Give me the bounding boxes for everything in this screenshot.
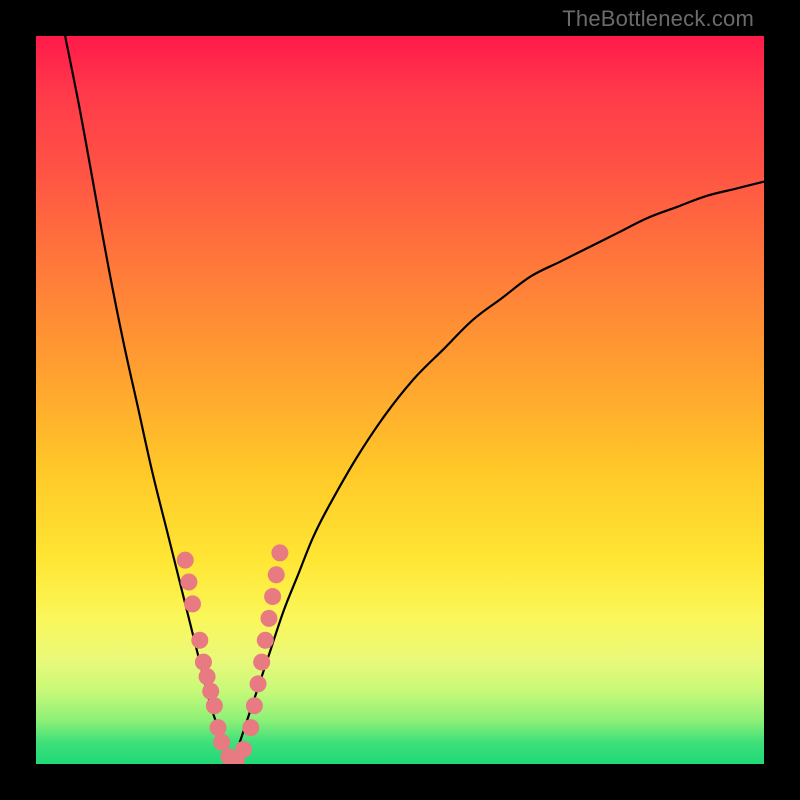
dot [177, 552, 194, 569]
dot [195, 654, 212, 671]
dot [250, 675, 267, 692]
right-curve [233, 182, 764, 764]
highlighted-points [177, 544, 289, 764]
chart-svg [36, 36, 764, 764]
dot [206, 697, 223, 714]
dot [253, 654, 270, 671]
dot [268, 566, 285, 583]
dot [235, 741, 252, 758]
dot [210, 719, 227, 736]
dot [264, 588, 281, 605]
dot [260, 610, 277, 627]
dot [213, 734, 230, 751]
chart-frame: TheBottleneck.com [0, 0, 800, 800]
dot [257, 632, 274, 649]
dot [184, 595, 201, 612]
dot [246, 697, 263, 714]
dot [242, 719, 259, 736]
dot [180, 574, 197, 591]
dot [271, 544, 288, 561]
dot [191, 632, 208, 649]
dot [199, 668, 216, 685]
watermark-text: TheBottleneck.com [562, 6, 754, 32]
dot [202, 683, 219, 700]
plot-area [36, 36, 764, 764]
